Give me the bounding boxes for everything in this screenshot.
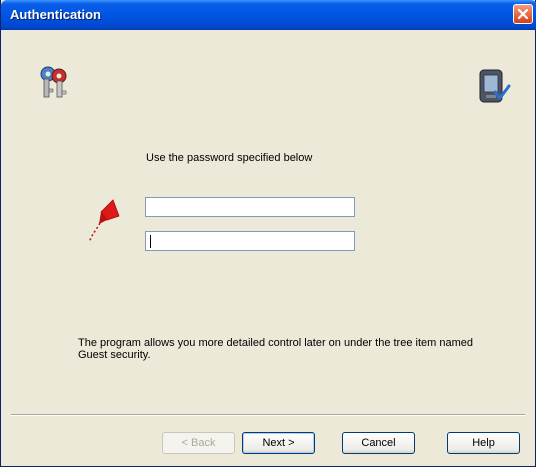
confirm-password-field[interactable]: [145, 231, 355, 251]
info-text: The program allows you more detailed con…: [78, 337, 473, 361]
footer-separator: [11, 414, 525, 416]
cancel-button[interactable]: Cancel: [342, 432, 415, 454]
title-bar[interactable]: Authentication: [1, 0, 536, 30]
password-field[interactable]: [145, 197, 355, 217]
back-button[interactable]: < Back: [162, 432, 235, 454]
authentication-dialog: Authentication Use the password specifie…: [0, 0, 536, 467]
text-cursor: [150, 235, 151, 248]
password-prompt-label: Use the password specified below: [146, 152, 313, 164]
close-icon: [517, 8, 529, 20]
close-button[interactable]: [513, 4, 533, 24]
help-button[interactable]: Help: [447, 432, 520, 454]
next-button[interactable]: Next >: [242, 432, 315, 454]
keys-icon: [40, 66, 67, 98]
kite-icon: [88, 199, 120, 243]
window-title: Authentication: [10, 7, 101, 22]
pda-check-icon: [479, 69, 511, 103]
